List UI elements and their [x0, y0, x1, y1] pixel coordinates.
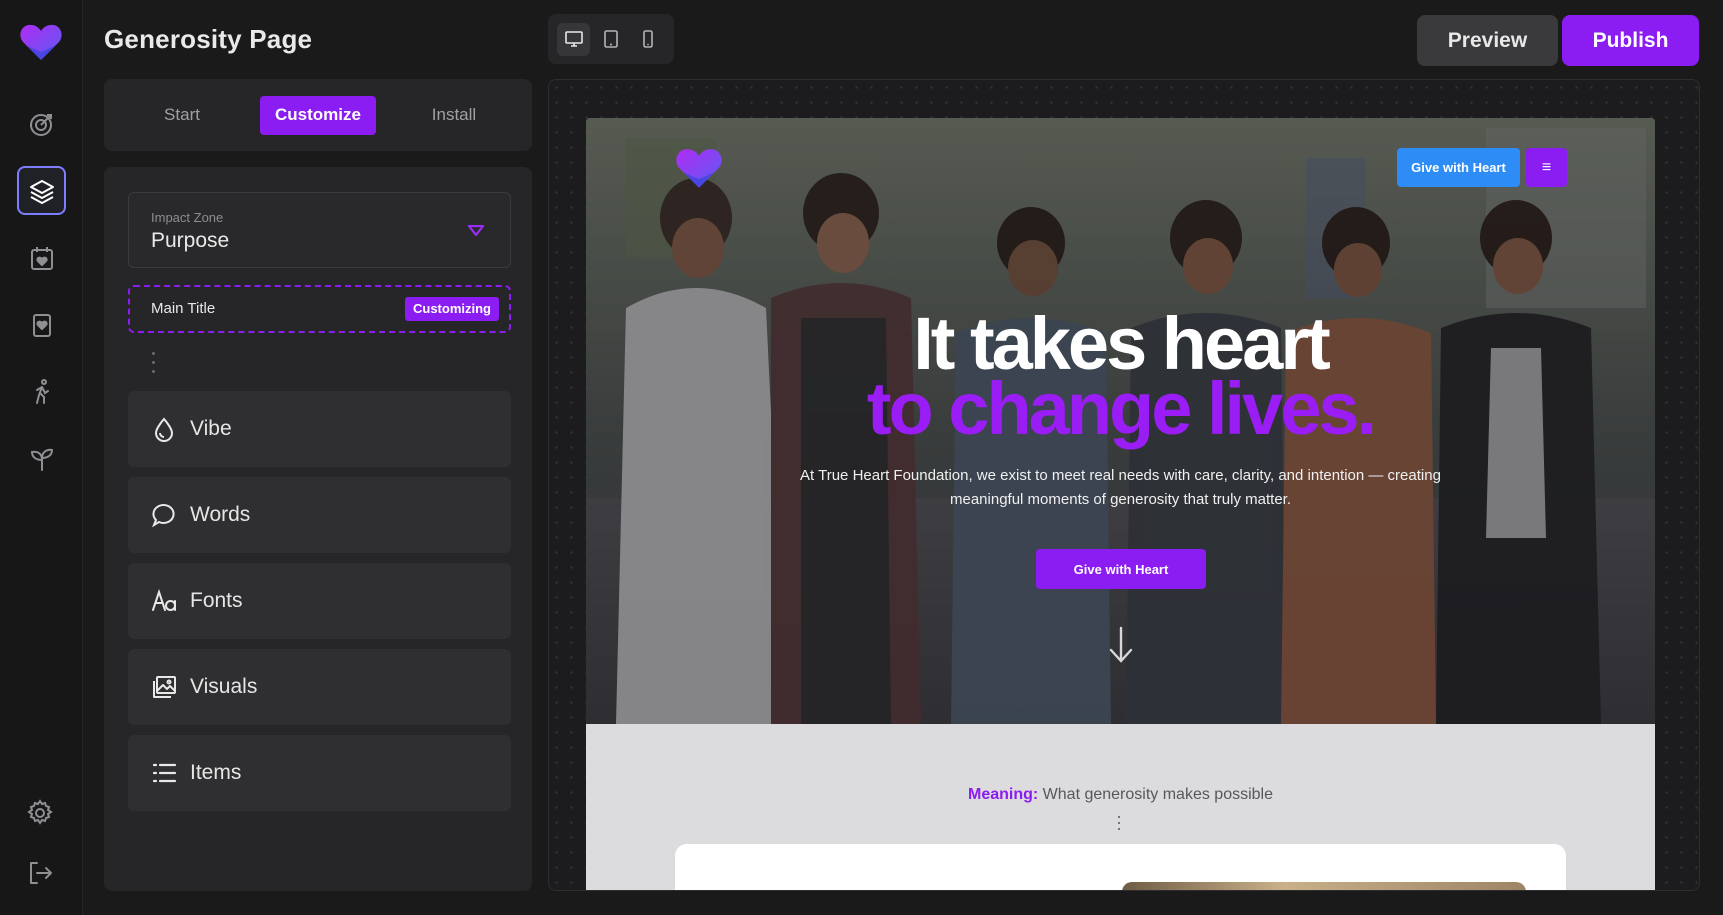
impact-zone-select[interactable]: Impact Zone Purpose — [128, 192, 511, 268]
tab-start[interactable]: Start — [124, 96, 240, 135]
hero-section[interactable]: Give with Heart ≡ It takes heart to chan… — [586, 118, 1655, 724]
impact-zone-value: Purpose — [151, 229, 230, 252]
images-icon — [150, 673, 178, 701]
layers-icon[interactable] — [17, 166, 66, 215]
gear-icon[interactable] — [25, 798, 59, 832]
meaning-heading: Meaning: What generosity makes possible — [586, 786, 1655, 804]
hero-subtext: At True Heart Foundation, we exist to me… — [800, 467, 1441, 508]
meaning-accent: Meaning: — [968, 786, 1039, 803]
panel-item-items[interactable]: Items — [128, 735, 511, 811]
publish-button[interactable]: Publish — [1562, 15, 1699, 66]
panel-item-label: Vibe — [190, 417, 232, 440]
chevron-down-icon — [468, 225, 484, 237]
vertical-dots-icon — [1118, 816, 1122, 834]
device-switch — [548, 14, 674, 64]
calendar-heart-icon[interactable] — [17, 233, 66, 282]
logout-icon[interactable] — [25, 858, 59, 892]
tablet-icon[interactable] — [594, 23, 627, 56]
heart-logo-icon[interactable] — [19, 22, 63, 62]
bookmark-heart-icon[interactable] — [17, 300, 66, 349]
preview-button[interactable]: Preview — [1417, 15, 1558, 66]
panel-item-label: Visuals — [190, 675, 258, 698]
person-walk-icon[interactable] — [17, 367, 66, 416]
sprout-icon[interactable] — [17, 433, 66, 482]
meaning-section: Meaning: What generosity makes possible — [586, 724, 1655, 890]
panel-item-fonts[interactable]: Fonts — [128, 563, 511, 639]
customizing-badge: Customizing — [405, 297, 499, 321]
customize-panel: Impact Zone Purpose Main Title Customizi… — [104, 167, 532, 891]
list-icon — [150, 759, 178, 787]
page-title: Generosity Page — [104, 24, 313, 54]
tab-customize[interactable]: Customize — [260, 95, 376, 135]
left-rail — [0, 0, 83, 915]
main-title-label: Main Title — [151, 300, 216, 317]
drop-icon — [150, 415, 178, 443]
site-preview: Give with Heart ≡ It takes heart to chan… — [586, 118, 1655, 890]
impact-zone-label: Impact Zone — [151, 210, 224, 225]
meaning-text: What generosity makes possible — [1038, 786, 1273, 803]
speech-bubble-icon — [150, 501, 178, 529]
desktop-icon[interactable] — [557, 22, 590, 56]
target-icon[interactable] — [17, 99, 66, 148]
hero-headline-line2: to change lives. — [866, 367, 1377, 450]
vertical-dots-icon — [152, 352, 156, 378]
give-with-heart-nav-button[interactable]: Give with Heart — [1397, 148, 1520, 187]
meaning-card — [675, 844, 1566, 890]
panel-item-vibe[interactable]: Vibe — [128, 391, 511, 467]
give-with-heart-hero-button[interactable]: Give with Heart — [1036, 549, 1206, 589]
panel-item-visuals[interactable]: Visuals — [128, 649, 511, 725]
panel-item-label: Words — [190, 503, 251, 526]
font-aa-icon — [150, 587, 178, 615]
panel-item-label: Fonts — [190, 589, 243, 612]
panel-item-label: Items — [190, 761, 242, 784]
arrow-down-icon[interactable] — [1108, 626, 1134, 664]
card-image — [1122, 882, 1526, 890]
preview-canvas: Give with Heart ≡ It takes heart to chan… — [548, 79, 1700, 891]
hamburger-menu-icon[interactable]: ≡ — [1526, 148, 1567, 187]
main-title-item[interactable]: Main Title Customizing — [128, 285, 511, 333]
panel-item-words[interactable]: Words — [128, 477, 511, 553]
mobile-icon[interactable] — [631, 23, 664, 56]
site-heart-logo-icon[interactable] — [674, 146, 724, 190]
step-tabs: Start Customize Install — [104, 79, 532, 151]
tab-install[interactable]: Install — [396, 96, 512, 135]
